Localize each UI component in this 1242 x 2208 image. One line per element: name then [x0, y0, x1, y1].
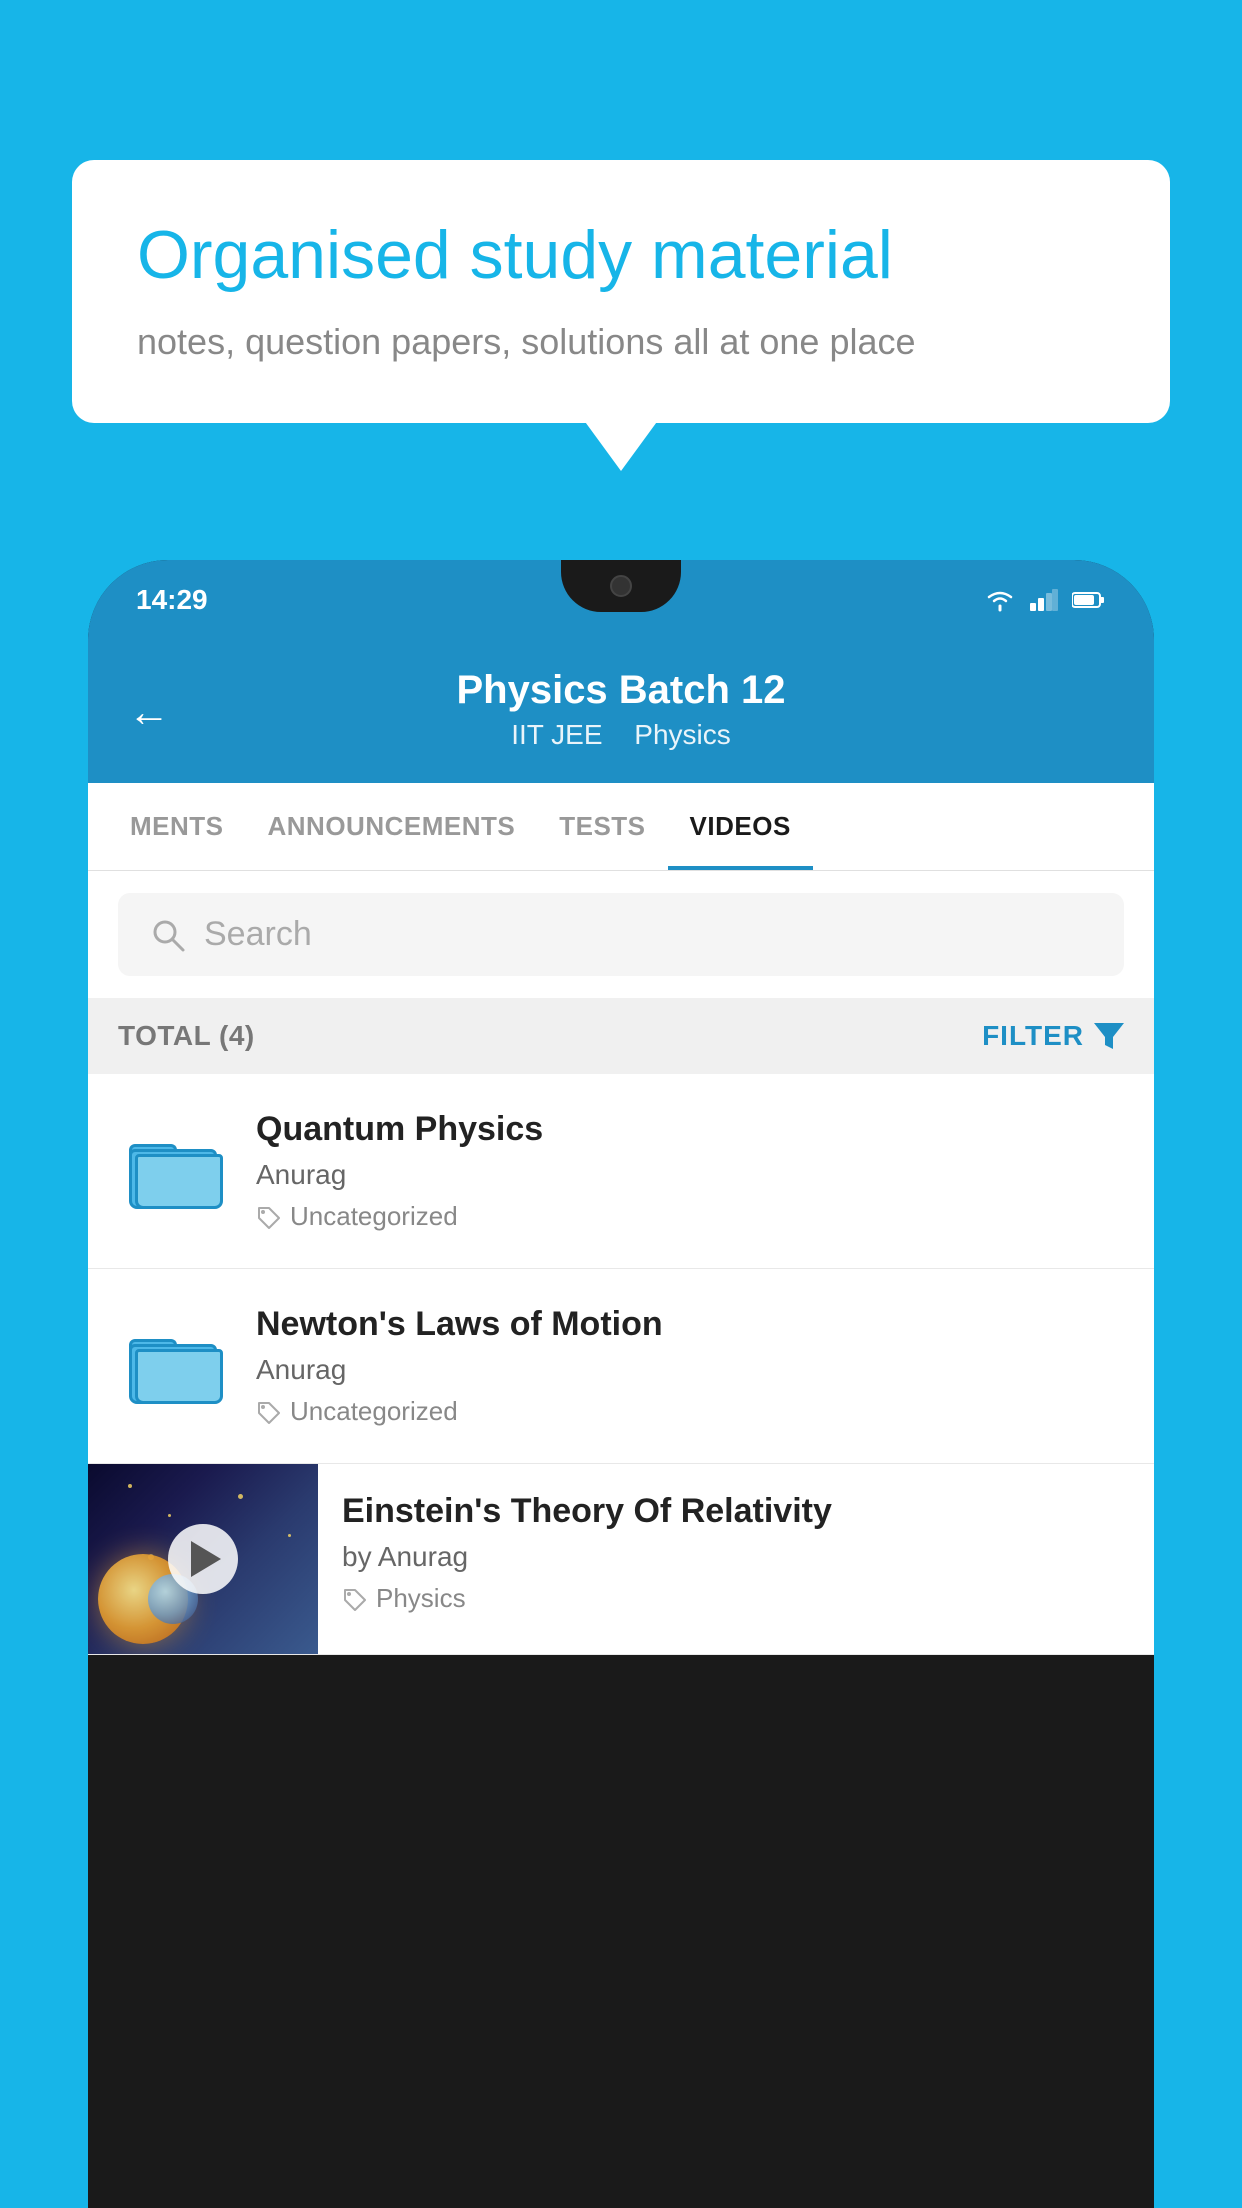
video-author: Anurag — [256, 1159, 1124, 1191]
tag-icon — [256, 1205, 280, 1229]
phone-mockup: 14:29 — [88, 560, 1154, 2208]
folder-icon — [129, 1329, 217, 1404]
bubble-title: Organised study material — [137, 215, 1105, 297]
battery-icon — [1072, 591, 1106, 609]
video-list: Quantum Physics Anurag Uncategorized — [88, 1074, 1154, 1655]
speech-bubble: Organised study material notes, question… — [72, 160, 1170, 423]
video-title: Einstein's Theory Of Relativity — [342, 1492, 1130, 1531]
camera — [610, 575, 632, 597]
tab-tests[interactable]: TESTS — [537, 783, 667, 870]
subtitle-part2: Physics — [634, 719, 730, 750]
wifi-icon — [984, 588, 1016, 612]
tag-icon — [342, 1587, 366, 1611]
tabs-bar: MENTS ANNOUNCEMENTS TESTS VIDEOS — [88, 783, 1154, 871]
video-tag: Uncategorized — [256, 1396, 1124, 1427]
video-info-1: Quantum Physics Anurag Uncategorized — [256, 1110, 1124, 1232]
search-container: Search — [88, 871, 1154, 998]
tab-announcements[interactable]: ANNOUNCEMENTS — [246, 783, 538, 870]
total-count: TOTAL (4) — [118, 1020, 255, 1052]
video-thumbnail — [88, 1464, 318, 1654]
filter-button[interactable]: FILTER — [982, 1020, 1124, 1052]
status-bar: 14:29 — [88, 560, 1154, 640]
search-bar[interactable]: Search — [118, 893, 1124, 976]
video-title: Newton's Laws of Motion — [256, 1305, 1124, 1344]
video-title: Quantum Physics — [256, 1110, 1124, 1149]
video-author: Anurag — [256, 1354, 1124, 1386]
folder-icon — [129, 1134, 217, 1209]
filter-bar: TOTAL (4) FILTER — [88, 998, 1154, 1074]
list-item[interactable]: Quantum Physics Anurag Uncategorized — [88, 1074, 1154, 1269]
video-thumb-1 — [118, 1134, 228, 1209]
bubble-subtitle: notes, question papers, solutions all at… — [137, 321, 1105, 363]
notch — [561, 560, 681, 612]
subtitle-part1: IIT JEE — [511, 719, 602, 750]
video-info-3: Einstein's Theory Of Relativity by Anura… — [318, 1464, 1154, 1642]
app-title: Physics Batch 12 — [128, 668, 1114, 713]
video-tag: Uncategorized — [256, 1201, 1124, 1232]
app-header: ← Physics Batch 12 IIT JEE Physics — [88, 640, 1154, 783]
app-subtitle: IIT JEE Physics — [128, 719, 1114, 751]
video-author: by Anurag — [342, 1541, 1130, 1573]
search-placeholder: Search — [204, 915, 312, 954]
video-thumb-2 — [118, 1329, 228, 1404]
status-icons — [984, 588, 1106, 612]
video-info-2: Newton's Laws of Motion Anurag Uncategor… — [256, 1305, 1124, 1427]
status-time: 14:29 — [136, 584, 208, 616]
filter-icon — [1094, 1023, 1124, 1049]
speech-bubble-section: Organised study material notes, question… — [72, 160, 1170, 423]
play-button[interactable] — [168, 1524, 238, 1594]
back-button[interactable]: ← — [128, 688, 170, 736]
signal-icon — [1030, 589, 1058, 611]
tab-videos[interactable]: VIDEOS — [668, 783, 813, 870]
list-item[interactable]: Newton's Laws of Motion Anurag Uncategor… — [88, 1269, 1154, 1464]
tag-icon — [256, 1400, 280, 1424]
list-item[interactable]: Einstein's Theory Of Relativity by Anura… — [88, 1464, 1154, 1655]
video-tag: Physics — [342, 1583, 1130, 1614]
search-icon — [150, 917, 186, 953]
tab-ments[interactable]: MENTS — [108, 783, 246, 870]
